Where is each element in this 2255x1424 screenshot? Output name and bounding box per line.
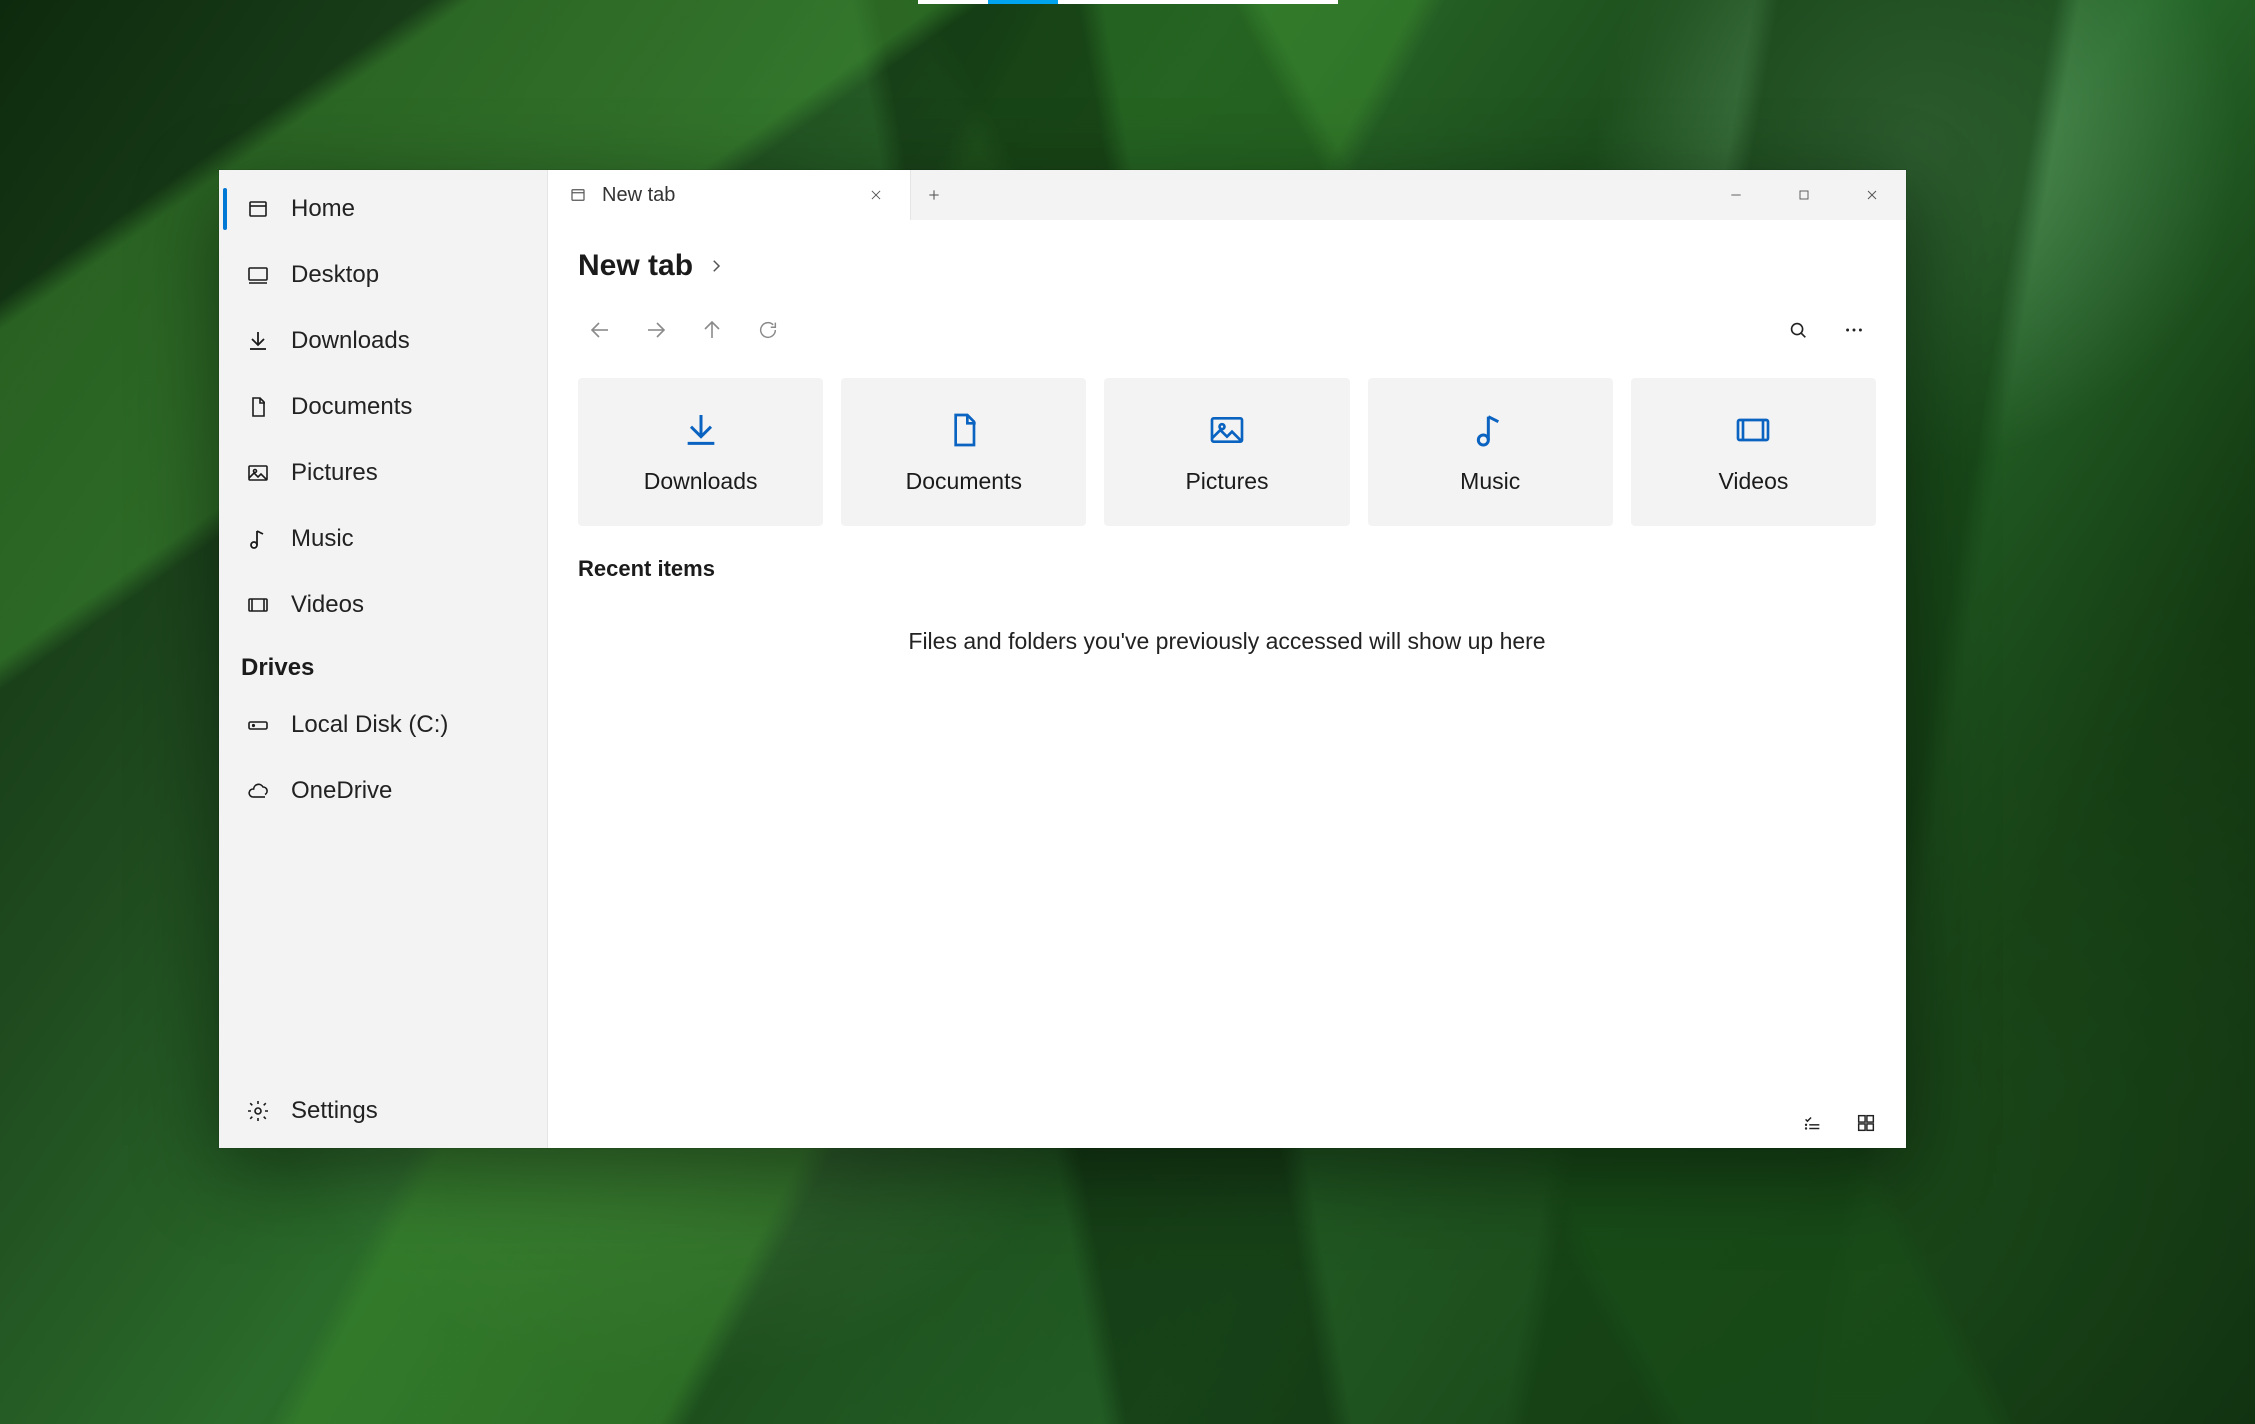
minimize-button[interactable] [1702,170,1770,220]
sidebar-item-label: Settings [291,1097,378,1125]
tab-new-tab[interactable]: New tab [548,170,911,220]
document-icon [245,394,271,420]
tile-music[interactable]: Music [1368,378,1613,526]
sidebar-item-label: OneDrive [291,777,392,805]
tab-close-button[interactable] [854,173,898,217]
nav-toolbar [548,296,1906,378]
search-button[interactable] [1770,306,1826,354]
sidebar-item-label: Downloads [291,327,410,355]
close-button[interactable] [1838,170,1906,220]
sidebar-item-documents[interactable]: Documents [219,374,547,440]
sidebar-section-drives: Drives [219,638,547,692]
breadcrumb-bar: New tab [548,220,1906,296]
picture-icon [245,460,271,486]
titlebar-drag-area[interactable] [957,170,1702,220]
video-icon [1733,410,1773,450]
sidebar-item-music[interactable]: Music [219,506,547,572]
sidebar-item-pictures[interactable]: Pictures [219,440,547,506]
main-pane: New tab [548,170,1906,1148]
maximize-button[interactable] [1770,170,1838,220]
tile-label: Videos [1718,468,1788,495]
more-button[interactable] [1826,306,1882,354]
window-top-accent [918,0,1338,4]
tile-videos[interactable]: Videos [1631,378,1876,526]
tile-downloads[interactable]: Downloads [578,378,823,526]
desktop-wallpaper: Home Desktop Downloads [0,0,2255,1424]
sidebar-item-onedrive[interactable]: OneDrive [219,758,547,824]
sidebar-item-label: Pictures [291,459,378,487]
sidebar-item-home[interactable]: Home [219,176,547,242]
disk-icon [245,712,271,738]
home-icon [245,196,271,222]
music-icon [1470,410,1510,450]
window-controls [1702,170,1906,220]
sidebar-nav: Home Desktop Downloads [219,170,547,1074]
nav-back-button[interactable] [572,306,628,354]
sidebar-item-videos[interactable]: Videos [219,572,547,638]
sidebar: Home Desktop Downloads [219,170,548,1148]
tile-label: Music [1460,468,1520,495]
sidebar-item-label: Local Disk (C:) [291,711,448,739]
view-grid-button[interactable] [1842,1103,1890,1143]
tile-documents[interactable]: Documents [841,378,1086,526]
new-tab-button[interactable] [911,170,957,220]
tile-label: Downloads [644,468,758,495]
recent-items-heading: Recent items [548,526,1906,592]
chevron-right-icon[interactable] [707,257,725,275]
gear-icon [245,1098,271,1124]
sidebar-item-label: Videos [291,591,364,619]
sidebar-item-label: Home [291,195,355,223]
quick-access-tiles: Downloads Documents Pictures [548,378,1906,526]
nav-refresh-button[interactable] [740,306,796,354]
cloud-icon [245,778,271,804]
tile-label: Pictures [1185,468,1268,495]
file-explorer-window: Home Desktop Downloads [219,170,1906,1148]
download-icon [245,328,271,354]
nav-up-button[interactable] [684,306,740,354]
sidebar-item-label: Documents [291,393,412,421]
sidebar-item-downloads[interactable]: Downloads [219,308,547,374]
titlebar[interactable]: New tab [548,170,1906,220]
tile-label: Documents [906,468,1022,495]
sidebar-item-desktop[interactable]: Desktop [219,242,547,308]
download-icon [681,410,721,450]
desktop-icon [245,262,271,288]
statusbar [548,1098,1906,1148]
tab-title: New tab [602,184,840,207]
view-list-button[interactable] [1788,1103,1836,1143]
recent-items-empty-message: Files and folders you've previously acce… [548,592,1906,691]
video-icon [245,592,271,618]
picture-icon [1207,410,1247,450]
document-icon [944,410,984,450]
sidebar-item-settings[interactable]: Settings [219,1074,547,1148]
tab-folder-icon [568,185,588,205]
nav-forward-button[interactable] [628,306,684,354]
sidebar-item-local-disk[interactable]: Local Disk (C:) [219,692,547,758]
sidebar-item-label: Desktop [291,261,379,289]
music-icon [245,526,271,552]
breadcrumb-title[interactable]: New tab [578,249,693,283]
tile-pictures[interactable]: Pictures [1104,378,1349,526]
sidebar-item-label: Music [291,525,354,553]
